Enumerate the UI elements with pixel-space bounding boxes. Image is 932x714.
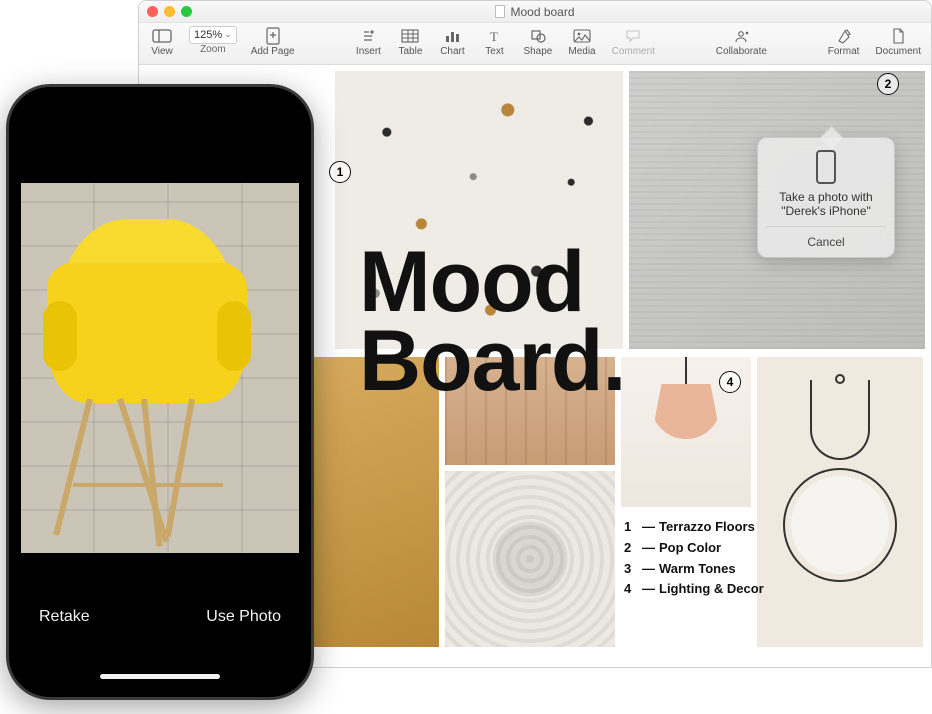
window-title: Mood board	[510, 5, 574, 19]
callout-4[interactable]: 4	[719, 371, 741, 393]
callout-2[interactable]: 2	[877, 73, 899, 95]
media-icon	[572, 27, 592, 45]
legend-row: 3—Warm Tones	[624, 559, 764, 580]
iphone-device: Retake Use Photo	[6, 84, 314, 700]
document-icon	[495, 5, 505, 18]
document-button[interactable]: Document	[871, 25, 925, 63]
image-rug[interactable]	[445, 471, 615, 647]
callout-1[interactable]: 1	[329, 161, 351, 183]
text-icon: T	[484, 27, 504, 45]
document-heading[interactable]: Mood Board.	[359, 243, 625, 401]
format-button[interactable]: Format	[824, 25, 864, 63]
media-button[interactable]: Media	[564, 25, 599, 63]
format-icon	[834, 27, 854, 45]
legend[interactable]: 1—Terrazzo Floors 2—Pop Color 3—Warm Ton…	[624, 517, 764, 600]
window-titlebar: Mood board	[139, 1, 931, 23]
comment-button[interactable]: Comment	[608, 25, 659, 63]
camera-preview[interactable]	[21, 183, 299, 553]
add-page-icon	[263, 27, 283, 45]
collaborate-button[interactable]: Collaborate	[712, 25, 771, 63]
zoom-select[interactable]: 125% ⌄ Zoom	[187, 25, 239, 63]
legend-row: 1—Terrazzo Floors	[624, 517, 764, 538]
iphone-icon	[816, 150, 836, 184]
retake-button[interactable]: Retake	[39, 608, 90, 626]
chart-button[interactable]: Chart	[435, 25, 469, 63]
view-icon	[152, 27, 172, 45]
continuity-camera-popover: Take a photo with "Derek's iPhone" Cance…	[757, 137, 895, 258]
zoom-window-button[interactable]	[181, 6, 192, 17]
collaborate-icon	[731, 27, 751, 45]
camera-capture-bar: Retake Use Photo	[21, 567, 299, 685]
insert-icon	[358, 27, 378, 45]
use-photo-button[interactable]: Use Photo	[206, 608, 281, 626]
chevron-down-icon: ⌄	[224, 29, 232, 40]
shape-icon	[528, 27, 548, 45]
cancel-button[interactable]: Cancel	[766, 226, 886, 257]
chart-icon	[442, 27, 462, 45]
add-page-button[interactable]: Add Page	[247, 25, 299, 63]
image-mirror[interactable]	[757, 357, 923, 647]
legend-row: 2—Pop Color	[624, 538, 764, 559]
comment-icon	[623, 27, 643, 45]
svg-text:T: T	[490, 29, 498, 43]
legend-row: 4—Lighting & Decor	[624, 579, 764, 600]
popover-message: Take a photo with "Derek's iPhone"	[779, 190, 872, 218]
shape-button[interactable]: Shape	[519, 25, 556, 63]
zoom-value: 125%	[194, 29, 222, 41]
document-pane-icon	[888, 27, 908, 45]
table-icon	[400, 27, 420, 45]
text-button[interactable]: T Text	[477, 25, 511, 63]
toolbar: View 125% ⌄ Zoom Add Page	[139, 23, 931, 65]
view-button[interactable]: View	[145, 25, 179, 63]
insert-button[interactable]: Insert	[351, 25, 385, 63]
iphone-notch	[85, 99, 235, 125]
home-indicator[interactable]	[100, 674, 220, 679]
iphone-screen: Retake Use Photo	[21, 99, 299, 685]
window-controls	[147, 6, 192, 17]
minimize-window-button[interactable]	[164, 6, 175, 17]
table-button[interactable]: Table	[393, 25, 427, 63]
close-window-button[interactable]	[147, 6, 158, 17]
